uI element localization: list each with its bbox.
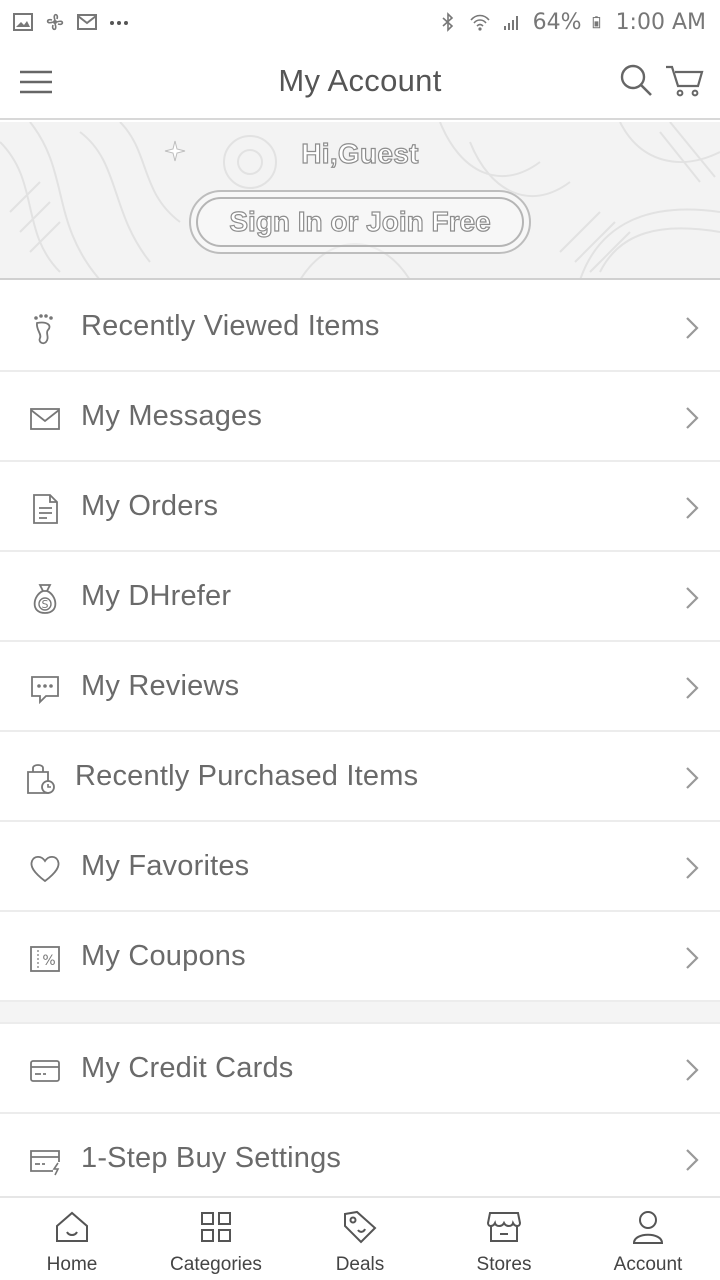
menu-item-label: My Favorites <box>81 849 250 882</box>
menu-item-label: My DHrefer <box>81 579 232 612</box>
clock: 1:00 AM <box>615 9 706 35</box>
menu-item-dhrefer[interactable]: S My DHrefer <box>0 552 720 642</box>
menu-item-label: My Messages <box>81 399 263 432</box>
status-left <box>12 11 130 33</box>
nav-categories[interactable]: Categories <box>144 1198 288 1280</box>
account-banner: Hi,Guest Sign In or Join Free <box>0 122 720 280</box>
menu-item-orders[interactable]: My Orders <box>0 462 720 552</box>
gallery-icon <box>13 13 33 31</box>
menu-item-label: Recently Viewed Items <box>81 309 380 342</box>
fan-icon <box>46 13 64 31</box>
menu-item-one-step-buy[interactable]: 1-Step Buy Settings <box>0 1114 720 1204</box>
envelope-icon <box>30 408 60 430</box>
svg-text:%: % <box>42 953 55 969</box>
top-app-bar: My Account <box>0 44 720 120</box>
menu-item-recently-viewed[interactable]: Recently Viewed Items <box>0 282 720 372</box>
search-icon[interactable] <box>618 62 654 98</box>
battery-percent: 64% <box>532 9 582 35</box>
nav-label: Categories <box>170 1254 262 1275</box>
chevron-right-icon <box>686 317 699 339</box>
nav-stores[interactable]: Stores <box>432 1198 576 1280</box>
store-icon <box>486 1212 522 1242</box>
heart-icon <box>30 855 60 883</box>
grid-icon <box>201 1212 231 1242</box>
bottom-navigation: Home Categories Deals Stores Account <box>0 1196 720 1280</box>
nav-label: Stores <box>476 1254 532 1275</box>
status-right: 64% 1:00 AM <box>437 10 706 35</box>
nav-home[interactable]: Home <box>0 1198 144 1280</box>
menu-item-label: My Credit Cards <box>81 1051 294 1084</box>
section-divider <box>0 1002 720 1024</box>
menu-item-credit-cards[interactable]: My Credit Cards <box>0 1024 720 1114</box>
status-bar: 64% 1:00 AM <box>0 0 720 44</box>
menu-item-recently-purchased[interactable]: Recently Purchased Items <box>0 732 720 822</box>
greeting-text: Hi,Guest <box>301 137 419 169</box>
nav-label: Home <box>46 1254 98 1275</box>
menu-item-label: My Orders <box>81 489 219 522</box>
menu-item-coupons[interactable]: % My Coupons <box>0 912 720 1002</box>
footprint-icon <box>34 314 53 345</box>
person-icon <box>632 1211 664 1244</box>
sign-in-label: Sign In or Join Free <box>229 205 492 237</box>
chevron-right-icon <box>686 1059 699 1081</box>
menu-item-label: My Coupons <box>81 939 246 972</box>
money-bag-icon: S <box>33 584 57 614</box>
page-title: My Account <box>278 63 442 98</box>
nav-label: Deals <box>335 1254 385 1275</box>
menu-item-favorites[interactable]: My Favorites <box>0 822 720 912</box>
wifi-icon <box>470 14 490 31</box>
gmail-icon <box>77 14 97 30</box>
chevron-right-icon <box>686 947 699 969</box>
chevron-right-icon <box>686 767 699 789</box>
chevron-right-icon <box>686 407 699 429</box>
chevron-right-icon <box>686 857 699 879</box>
cart-icon[interactable] <box>664 62 706 98</box>
coupon-icon: % <box>30 946 60 972</box>
chat-bubble-icon <box>31 676 59 705</box>
menu-item-messages[interactable]: My Messages <box>0 372 720 462</box>
signal-icon <box>503 16 518 30</box>
chevron-right-icon <box>686 1149 699 1171</box>
nav-account[interactable]: Account <box>576 1198 720 1280</box>
home-icon <box>56 1211 88 1242</box>
menu-item-label: My Reviews <box>81 669 240 702</box>
sign-in-button[interactable]: Sign In or Join Free <box>189 190 531 254</box>
more-icon <box>110 21 128 25</box>
quick-buy-card-icon <box>30 1150 60 1176</box>
chevron-right-icon <box>686 677 699 699</box>
chevron-right-icon <box>686 497 699 519</box>
menu-item-reviews[interactable]: My Reviews <box>0 642 720 732</box>
account-menu-list: Recently Viewed Items My Messages My Ord… <box>0 282 720 1204</box>
shopping-bag-clock-icon <box>27 764 55 794</box>
credit-card-icon <box>30 1060 60 1082</box>
chevron-right-icon <box>686 587 699 609</box>
bluetooth-icon <box>442 12 453 32</box>
nav-deals[interactable]: Deals <box>288 1198 432 1280</box>
battery-icon <box>592 16 600 29</box>
tag-icon <box>344 1210 377 1244</box>
document-icon <box>33 494 58 524</box>
menu-item-label: 1-Step Buy Settings <box>81 1141 342 1174</box>
nav-label: Account <box>613 1254 683 1275</box>
menu-icon[interactable] <box>18 64 54 100</box>
menu-item-label: Recently Purchased Items <box>75 759 419 792</box>
